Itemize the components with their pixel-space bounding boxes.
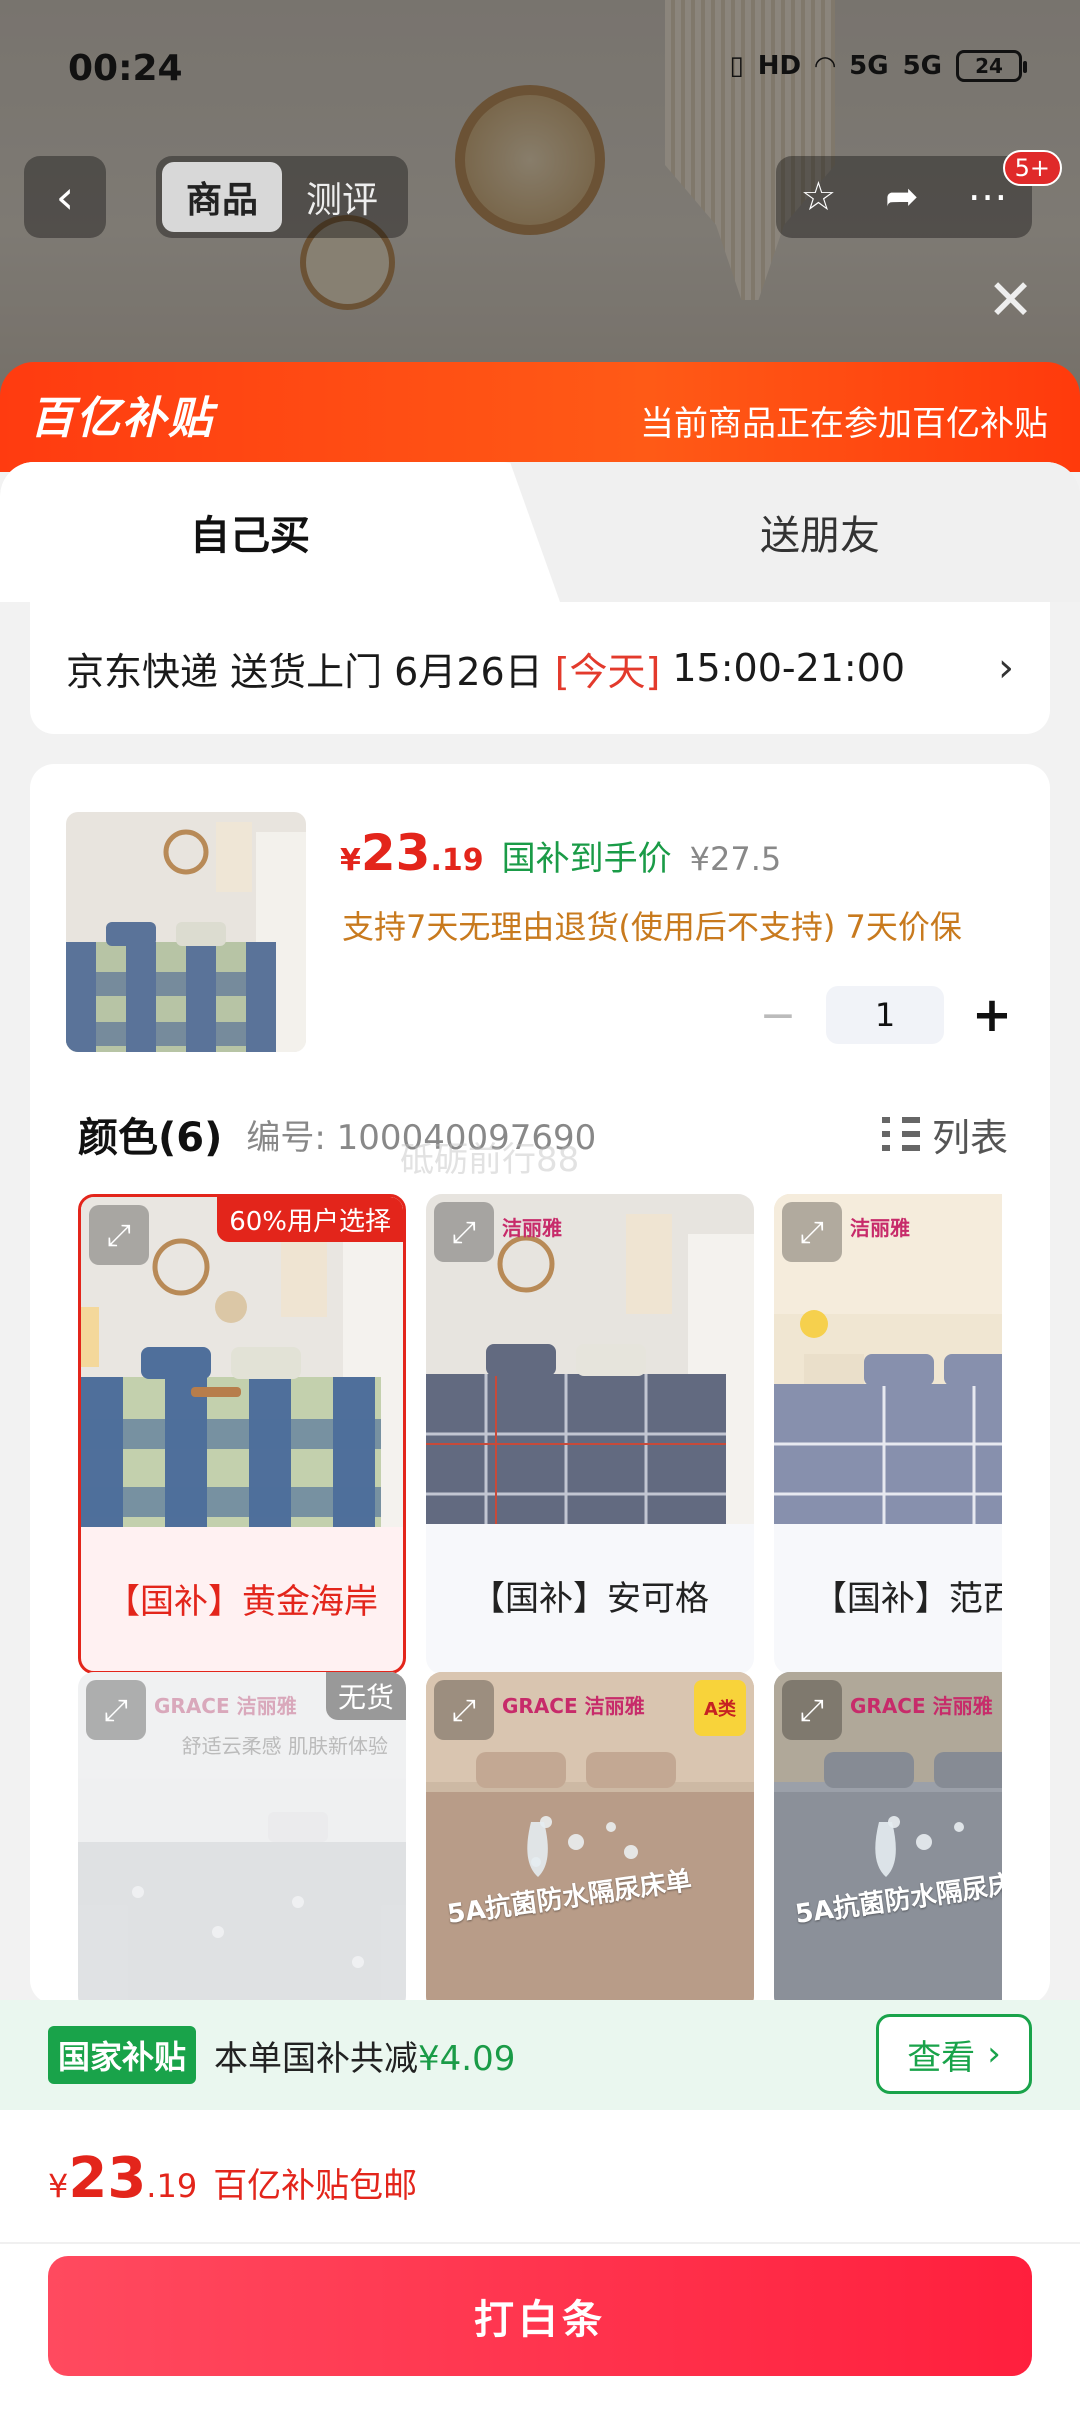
expand-icon[interactable]: ⤢ (434, 1680, 494, 1740)
footer-price: ¥23.19 百亿补贴包邮 (48, 2146, 417, 2211)
increase-button[interactable]: + (970, 987, 1014, 1043)
gov-subsidy-text: 本单国补共减¥4.09 (214, 2031, 515, 2080)
notification-badge: 5+ (1002, 150, 1062, 186)
subsidy-banner: 百亿补贴 当前商品正在参加百亿补贴 (0, 362, 1080, 472)
delivery-info: 京东快递 送货上门 6月26日 (66, 649, 543, 694)
a-class-badge: A类 (694, 1680, 746, 1736)
gov-subsidy-label: 本单国补共减 (214, 2038, 419, 2079)
quantity-stepper: − 1 + (756, 986, 1014, 1044)
watermark: 砥砺前行88 (400, 1140, 580, 1180)
option-label: 【国补】范西-蓝 (812, 1579, 1002, 1619)
brand-logo: GRACE 洁丽雅 (154, 1694, 297, 1718)
color-option[interactable]: ⤢ 60%用户选择 【国补】黄金海岸 (78, 1194, 406, 1674)
delivery-today: [今天] (554, 649, 661, 694)
option-label: 【国补】黄金海岸 (106, 1582, 378, 1622)
hd-icon: HD (757, 51, 802, 81)
segment-review[interactable]: 测评 (282, 162, 402, 232)
star-icon[interactable]: ☆ (800, 174, 836, 220)
baitiao-pay-button[interactable]: 打白条 (48, 2256, 1032, 2376)
price-dec: .19 (146, 2167, 198, 2205)
status-bar: 00:24 ▯ HD ◠ 5G 5G 24 (0, 0, 1080, 140)
color-option[interactable]: ⤢ GRACE 洁丽雅 A类 5A抗菌防水隔尿床单 (426, 1672, 754, 2004)
subsidy-logo: 百亿补贴 (30, 393, 214, 444)
signal-icon: 5G (902, 51, 942, 81)
color-grid: ⤢ 60%用户选择 【国补】黄金海岸 ⤢ 洁丽雅 【国补】安可格 ⤢ 洁丽雅 【… (78, 1194, 1002, 2004)
list-icon (881, 1117, 920, 1151)
list-label: 列表 (931, 1115, 1008, 1160)
divider (0, 2242, 1080, 2244)
original-price: ¥27.5 (689, 840, 782, 878)
brand-logo: GRACE 洁丽雅 (850, 1694, 993, 1718)
chevron-right-icon: › (998, 645, 1014, 691)
return-policy: 支持7天无理由退货(使用后不支持) 7天价保 (342, 908, 962, 946)
tab-gift-friend[interactable]: 送朋友 (560, 462, 1080, 602)
color-option[interactable]: ⤢ 洁丽雅 【国补】安可格 (426, 1194, 754, 1674)
close-icon[interactable]: ✕ (987, 268, 1034, 333)
nav-tools: ☆ ➦ ⋯ (776, 156, 1032, 238)
expand-icon[interactable]: ⤢ (434, 1202, 494, 1262)
list-view-toggle[interactable]: 列表 (881, 1107, 1008, 1162)
option-label: 【国补】安可格 (471, 1579, 709, 1619)
out-of-stock-tag: 无货 (325, 1672, 406, 1720)
color-option[interactable]: ⤢ 洁丽雅 【国补】范西-蓝 (774, 1194, 1002, 1674)
expand-icon[interactable]: ⤢ (782, 1202, 842, 1262)
color-title: 颜色(6) (78, 1115, 223, 1161)
vibrate-icon: ▯ (729, 51, 744, 81)
more-icon[interactable]: ⋯ (968, 174, 1008, 220)
color-option[interactable]: ⤢ GRACE 洁丽雅 无货 舒适云柔感 肌肤新体验 (78, 1672, 406, 2004)
sku-card: ¥23.19 国补到手价 ¥27.5 支持7天无理由退货(使用后不支持) 7天价… (30, 764, 1050, 2004)
product-thumbnail[interactable] (66, 812, 306, 1052)
expand-icon[interactable]: ⤢ (89, 1205, 149, 1265)
share-icon[interactable]: ➦ (885, 174, 919, 220)
segment-product[interactable]: 商品 (162, 162, 282, 232)
delivery-row[interactable]: 京东快递 送货上门 6月26日 [今天] 15:00-21:00 › (30, 602, 1050, 734)
gov-subsidy-badge: 国家补贴 (48, 2026, 197, 2084)
subsidy-text: 当前商品正在参加百亿补贴 (640, 404, 1048, 444)
color-option[interactable]: ⤢ GRACE 洁丽雅 5A抗菌防水隔尿床单 (774, 1672, 1002, 2004)
expand-icon[interactable]: ⤢ (86, 1680, 146, 1740)
battery-icon: 24 (956, 50, 1027, 82)
currency: ¥ (340, 843, 361, 878)
wifi-icon: ◠ (815, 51, 836, 81)
quantity-input[interactable]: 1 (826, 986, 944, 1044)
chevron-left-icon: ‹ (55, 170, 75, 224)
promo-text: 舒适云柔感 肌肤新体验 (181, 1734, 388, 1758)
segment-control: 商品 测评 (156, 156, 408, 238)
clock: 00:24 (68, 48, 183, 89)
brand-logo: 洁丽雅 (850, 1216, 910, 1240)
current-price: ¥23.19 (340, 824, 484, 882)
brand-logo: 洁丽雅 (502, 1216, 562, 1240)
price-dec: .19 (430, 843, 484, 878)
gov-subsidy-amount: ¥4.09 (418, 2038, 516, 2079)
gov-subsidy-bar: 国家补贴 本单国补共减¥4.09 查看 › (0, 2000, 1080, 2110)
price-label: 国补到手价 (501, 839, 672, 879)
price-int: 23 (360, 824, 431, 882)
brand-logo: GRACE 洁丽雅 (502, 1694, 645, 1718)
price-row: ¥23.19 国补到手价 ¥27.5 (340, 824, 781, 882)
view-label: 查看 (907, 2037, 976, 2078)
view-subsidy-button[interactable]: 查看 › (876, 2014, 1032, 2094)
shipping-note: 百亿补贴包邮 (213, 2166, 418, 2206)
decrease-button[interactable]: − (756, 990, 800, 1041)
footer: ¥23.19 百亿补贴包邮 打白条 (0, 2110, 1080, 2412)
purchase-tabs: 送朋友 自己买 (0, 462, 1080, 602)
status-icons: ▯ HD ◠ 5G 5G 24 (729, 50, 1027, 82)
popular-tag: 60%用户选择 (217, 1197, 403, 1242)
currency: ¥ (48, 2167, 69, 2205)
chevron-right-icon: › (987, 2034, 1001, 2074)
signal-icon: 5G (849, 51, 889, 81)
price-int: 23 (68, 2146, 147, 2211)
delivery-window: 15:00-21:00 (672, 646, 906, 690)
battery-level: 24 (975, 54, 1003, 78)
tab-buy-self[interactable]: 自己买 (0, 462, 560, 602)
expand-icon[interactable]: ⤢ (782, 1680, 842, 1740)
top-nav: ‹ 商品 测评 ☆ ➦ ⋯ (0, 150, 1080, 250)
back-button[interactable]: ‹ (24, 156, 106, 238)
footer-price-value: ¥23.19 (48, 2146, 197, 2211)
